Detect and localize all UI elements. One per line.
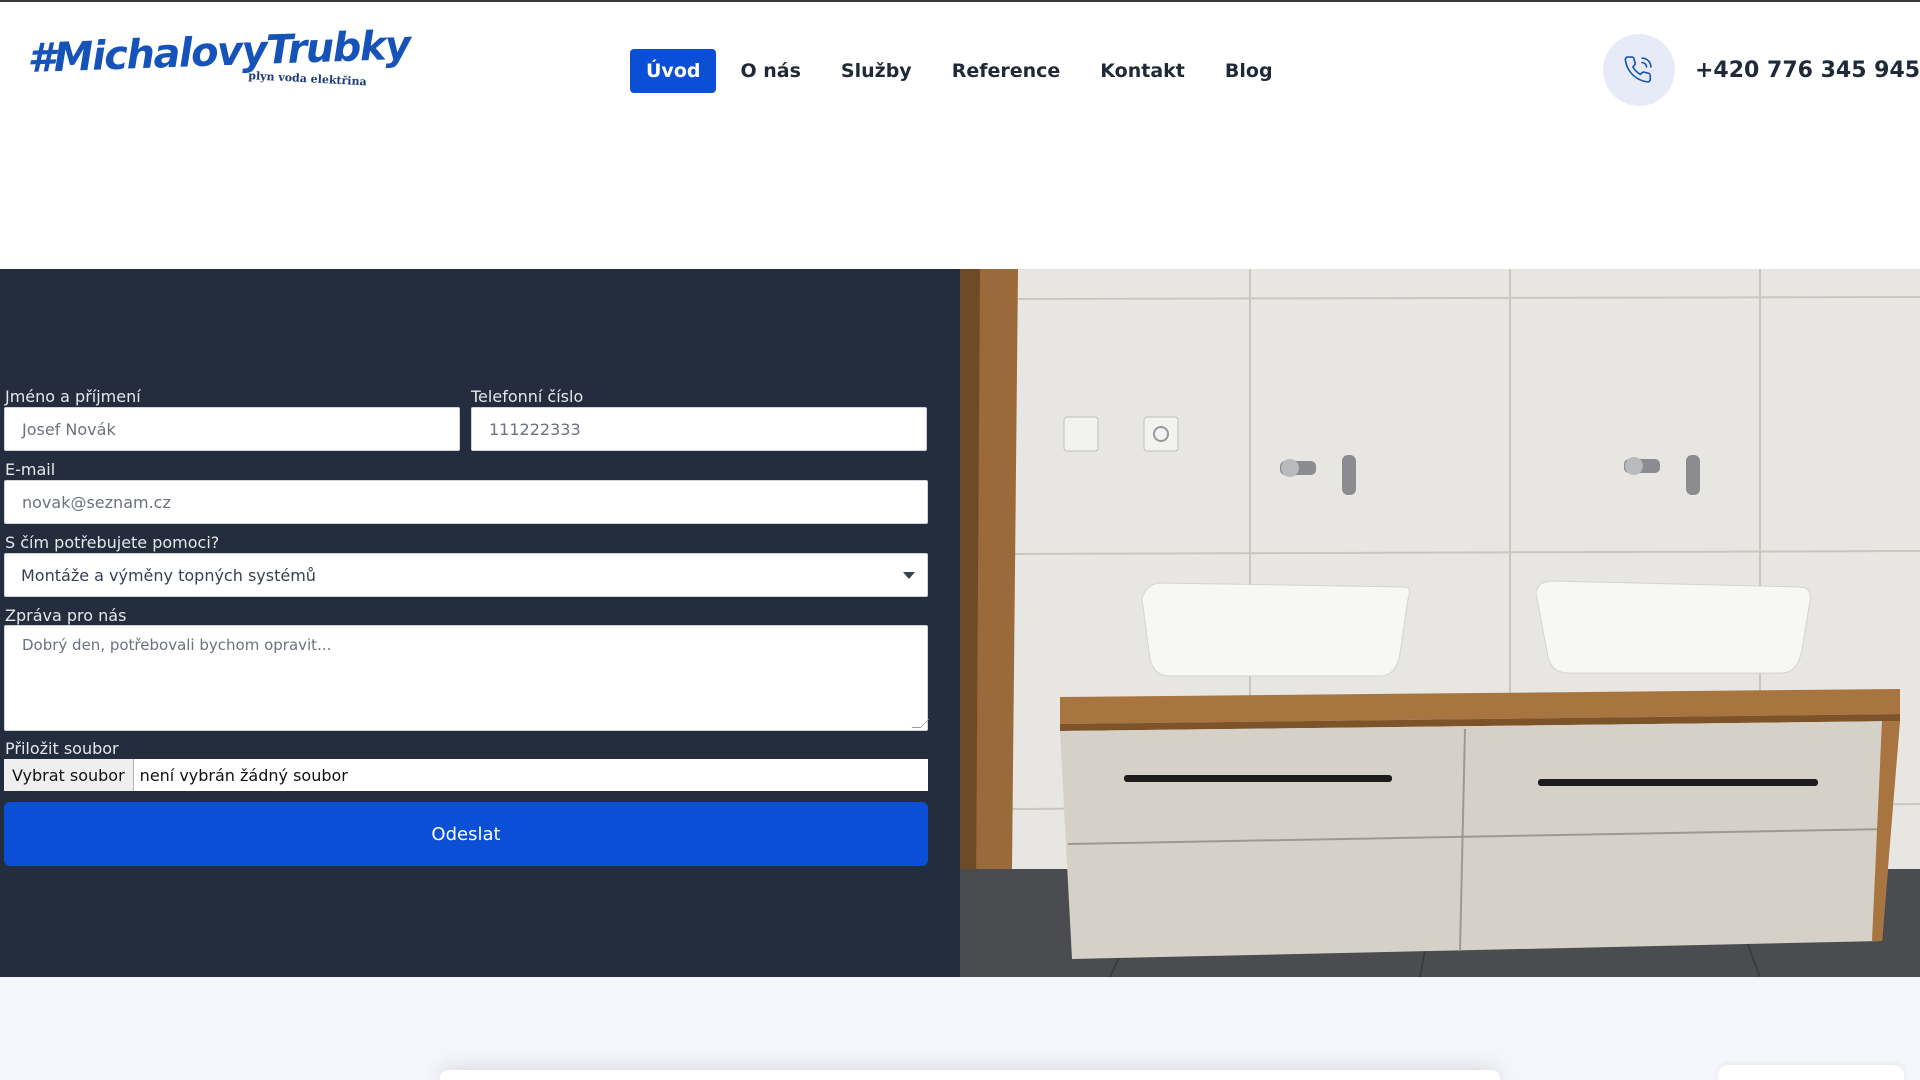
message-textarea[interactable]: Dobrý den, potřebovali bychom opravit... [4, 625, 930, 731]
contact-form: Jméno a příjmení Josef Novák Telefonní č… [0, 269, 960, 977]
resize-handle[interactable] [911, 719, 930, 728]
name-input[interactable]: Josef Novák [4, 407, 460, 451]
next-section [0, 977, 1920, 1080]
nav-item-reference[interactable]: Reference [936, 49, 1077, 93]
bathroom-image [960, 269, 1920, 977]
file-label: Přiložit soubor [5, 739, 119, 758]
file-input[interactable]: Vybrat soubor není vybrán žádný soubor [4, 759, 928, 791]
file-status: není vybrán žádný soubor [139, 765, 348, 785]
phone-button[interactable] [1603, 34, 1675, 106]
phone-input[interactable]: 111222333 [471, 407, 927, 451]
email-label: E-mail [5, 460, 56, 479]
site-logo[interactable]: #MichalovyTrubky plyn voda elektřina [27, 23, 411, 116]
nav-item-sluzby[interactable]: Služby [825, 49, 928, 93]
logo-tagline: plyn voda elektřina [248, 69, 367, 89]
help-select-value: Montáže a výměny topných systémů [21, 565, 316, 585]
main-nav: Úvod O nás Služby Reference Kontakt Blog [630, 49, 1289, 93]
content-card [440, 1070, 1500, 1080]
phone-number[interactable]: +420 776 345 945 [1695, 58, 1920, 83]
bathroom-photo [960, 269, 1920, 977]
nav-item-kontakt[interactable]: Kontakt [1084, 49, 1201, 93]
message-label: Zpráva pro nás [5, 606, 127, 625]
chevron-down-icon [903, 571, 915, 579]
help-label: S čím potřebujete pomoci? [5, 533, 220, 552]
name-label: Jméno a příjmení [5, 387, 141, 406]
message-placeholder: Dobrý den, potřebovali bychom opravit... [22, 636, 332, 654]
site-header: #MichalovyTrubky plyn voda elektřina Úvo… [0, 2, 1920, 137]
floating-chip [1718, 1065, 1904, 1080]
submit-button[interactable]: Odeslat [4, 802, 928, 866]
nav-item-uvod[interactable]: Úvod [630, 49, 717, 93]
choose-file-button[interactable]: Vybrat soubor [4, 759, 134, 791]
phone-icon [1624, 56, 1652, 83]
phone-label: Telefonní číslo [471, 387, 584, 406]
help-select[interactable]: Montáže a výměny topných systémů [4, 553, 928, 597]
nav-item-blog[interactable]: Blog [1209, 49, 1289, 93]
email-input[interactable]: novak@seznam.cz [4, 480, 928, 524]
nav-item-o-nas[interactable]: O nás [724, 49, 816, 93]
